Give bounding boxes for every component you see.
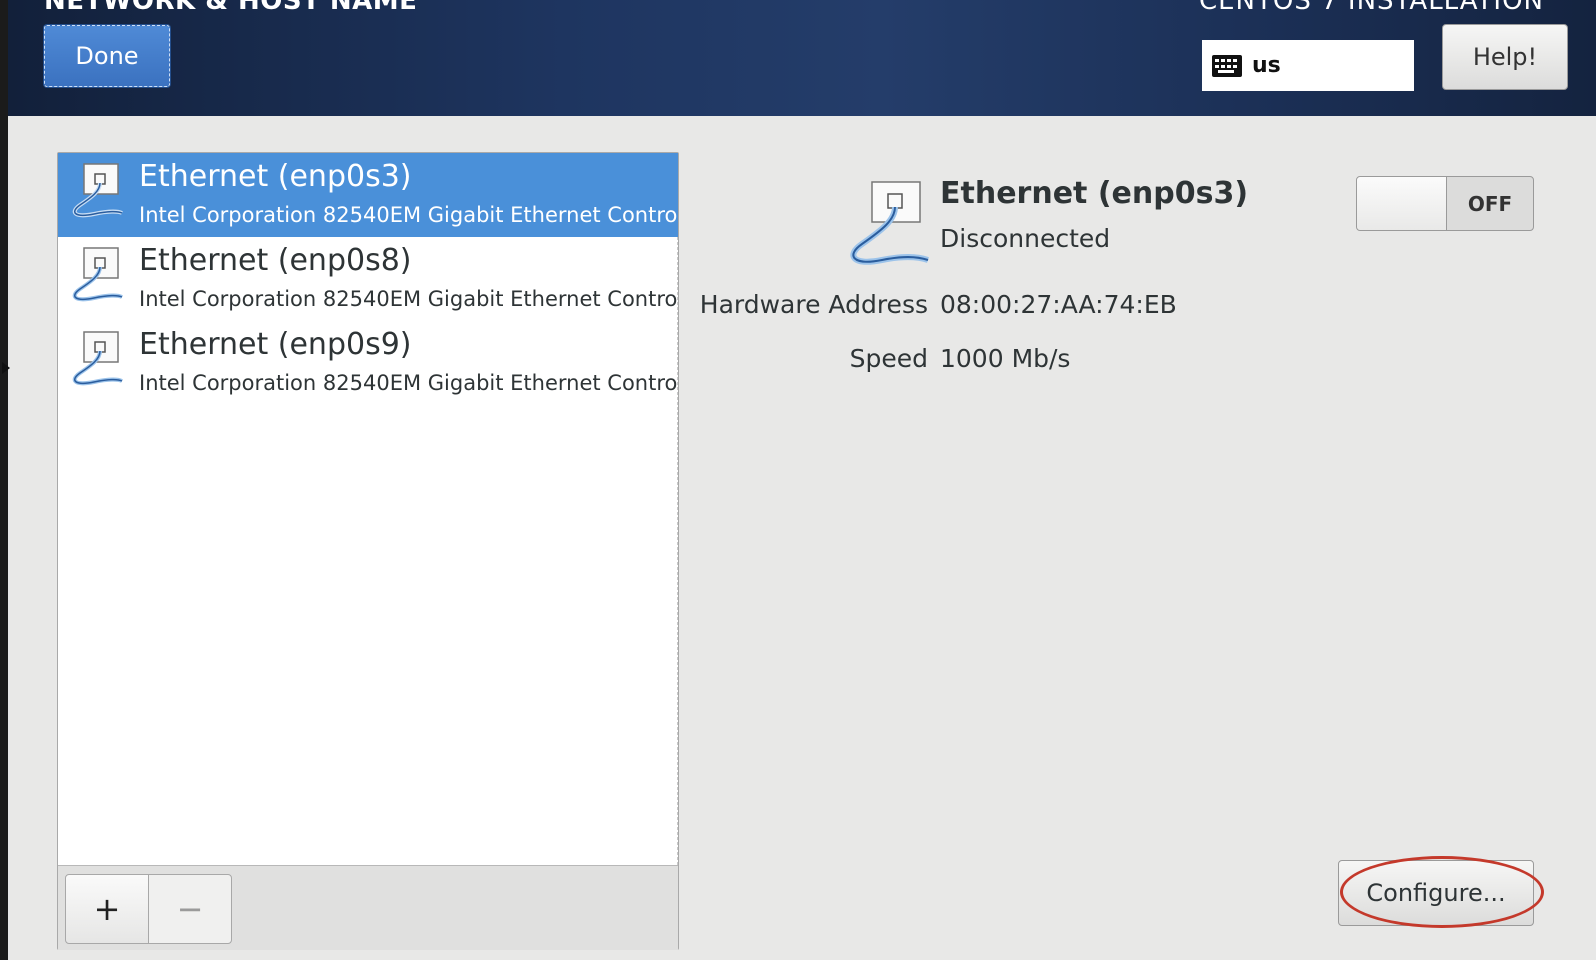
device-list-toolbar: + − [58, 865, 678, 950]
ethernet-cable-icon [72, 247, 123, 302]
device-name: Ethernet (enp0s8) [139, 243, 412, 278]
device-description: Intel Corporation 82540EM Gigabit Ethern… [139, 371, 678, 395]
add-device-button[interactable]: + [65, 874, 149, 944]
spoke-title: NETWORK & HOST NAME [44, 0, 418, 16]
mouse-cursor [2, 362, 10, 374]
device-name: Ethernet (enp0s3) [139, 159, 412, 194]
connection-toggle[interactable]: OFF [1356, 176, 1534, 231]
toggle-state-label: OFF [1467, 191, 1513, 216]
ethernet-cable-icon [72, 163, 123, 218]
header-bar: NETWORK & HOST NAME CENTOS 7 INSTALLATIO… [8, 0, 1596, 116]
device-list: Ethernet (enp0s3) Intel Corporation 8254… [58, 153, 678, 865]
device-list-item[interactable]: Ethernet (enp0s3) Intel Corporation 8254… [58, 153, 678, 237]
remove-device-button[interactable]: − [148, 874, 232, 944]
toggle-knob [1357, 177, 1447, 230]
keyboard-layout-label: us [1252, 53, 1281, 78]
done-button[interactable]: Done [44, 25, 170, 87]
product-title: CENTOS 7 INSTALLATION [1198, 0, 1544, 16]
ethernet-cable-icon [850, 181, 929, 265]
left-window-edge [0, 0, 8, 960]
keyboard-layout-indicator[interactable]: us [1202, 40, 1414, 91]
device-list-panel: Ethernet (enp0s3) Intel Corporation 8254… [57, 152, 679, 950]
device-name: Ethernet (enp0s9) [139, 327, 412, 362]
speed-label: Speed [849, 344, 928, 373]
keyboard-icon [1212, 54, 1242, 77]
device-list-item[interactable]: Ethernet (enp0s9) Intel Corporation 8254… [58, 321, 678, 405]
help-button[interactable]: Help! [1442, 24, 1568, 90]
hardware-address-label: Hardware Address [699, 290, 928, 319]
connection-status: Disconnected [940, 224, 1111, 253]
device-description: Intel Corporation 82540EM Gigabit Ethern… [139, 203, 678, 227]
device-description: Intel Corporation 82540EM Gigabit Ethern… [139, 287, 678, 311]
device-list-item[interactable]: Ethernet (enp0s8) Intel Corporation 8254… [58, 237, 678, 321]
ethernet-cable-icon [72, 331, 123, 386]
speed-value: 1000 Mb/s [940, 344, 1071, 373]
highlight-annotation [1340, 856, 1544, 928]
selected-device-name: Ethernet (enp0s3) [940, 176, 1249, 211]
hardware-address-value: 08:00:27:AA:74:EB [940, 290, 1177, 319]
